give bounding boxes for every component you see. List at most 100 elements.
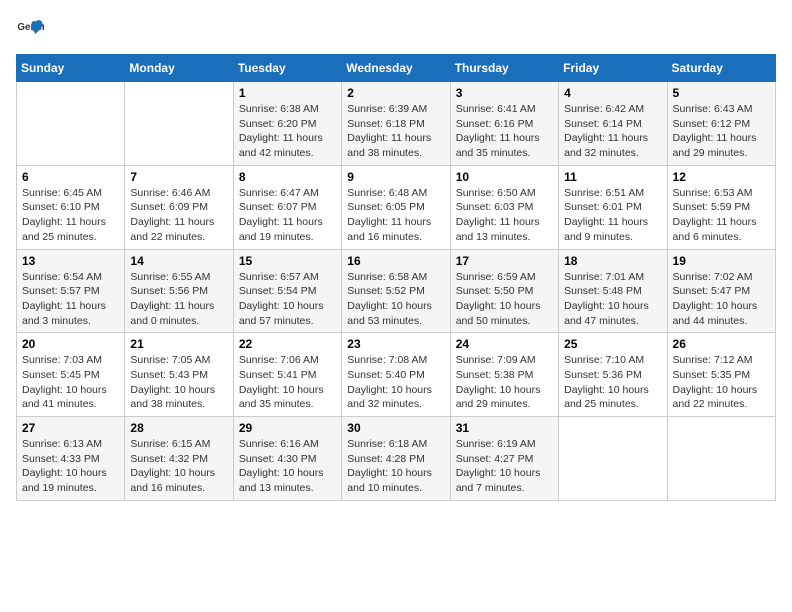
day-detail: Sunrise: 6:47 AM Sunset: 6:07 PM Dayligh… — [239, 186, 336, 245]
calendar-cell: 15 Sunrise: 6:57 AM Sunset: 5:54 PM Dayli… — [233, 249, 341, 333]
day-number: 9 — [347, 170, 444, 184]
calendar-header-row: SundayMondayTuesdayWednesdayThursdayFrid… — [17, 55, 776, 82]
day-detail: Sunrise: 6:42 AM Sunset: 6:14 PM Dayligh… — [564, 102, 661, 161]
day-number: 13 — [22, 254, 119, 268]
calendar-week-row: 13Sunrise: 6:54 AM Sunset: 5:57 PM Dayli… — [17, 249, 776, 333]
day-number: 22 — [239, 337, 336, 351]
calendar-cell: 28 Sunrise: 6:15 AM Sunset: 4:32 PM Dayli… — [125, 417, 233, 501]
calendar-cell — [17, 82, 125, 166]
day-detail: Sunrise: 6:55 AM Sunset: 5:56 PM Dayligh… — [130, 270, 227, 329]
calendar-cell — [667, 417, 775, 501]
logo-icon: General — [16, 16, 44, 44]
day-number: 30 — [347, 421, 444, 435]
day-number: 11 — [564, 170, 661, 184]
calendar-cell: 27 Sunrise: 6:13 AM Sunset: 4:33 PM Dayli… — [17, 417, 125, 501]
day-number: 3 — [456, 86, 553, 100]
day-detail: Sunrise: 6:58 AM Sunset: 5:52 PM Dayligh… — [347, 270, 444, 329]
day-number: 29 — [239, 421, 336, 435]
weekday-header-sunday: Sunday — [17, 55, 125, 82]
calendar-cell: 24 Sunrise: 7:09 AM Sunset: 5:38 PM Dayli… — [450, 333, 558, 417]
day-number: 12 — [673, 170, 770, 184]
calendar-cell: 26 Sunrise: 7:12 AM Sunset: 5:35 PM Dayli… — [667, 333, 775, 417]
calendar-table: SundayMondayTuesdayWednesdayThursdayFrid… — [16, 54, 776, 501]
day-detail: Sunrise: 7:05 AM Sunset: 5:43 PM Dayligh… — [130, 353, 227, 412]
day-number: 21 — [130, 337, 227, 351]
day-detail: Sunrise: 7:06 AM Sunset: 5:41 PM Dayligh… — [239, 353, 336, 412]
day-detail: Sunrise: 7:12 AM Sunset: 5:35 PM Dayligh… — [673, 353, 770, 412]
calendar-cell — [559, 417, 667, 501]
calendar-week-row: 1 Sunrise: 6:38 AM Sunset: 6:20 PM Daylig… — [17, 82, 776, 166]
day-detail: Sunrise: 6:41 AM Sunset: 6:16 PM Dayligh… — [456, 102, 553, 161]
calendar-cell: 19 Sunrise: 7:02 AM Sunset: 5:47 PM Dayli… — [667, 249, 775, 333]
day-number: 27 — [22, 421, 119, 435]
calendar-cell: 25 Sunrise: 7:10 AM Sunset: 5:36 PM Dayli… — [559, 333, 667, 417]
weekday-header-saturday: Saturday — [667, 55, 775, 82]
day-detail: Sunrise: 6:15 AM Sunset: 4:32 PM Dayligh… — [130, 437, 227, 496]
day-number: 17 — [456, 254, 553, 268]
day-number: 23 — [347, 337, 444, 351]
day-number: 31 — [456, 421, 553, 435]
day-number: 1 — [239, 86, 336, 100]
page-header: General — [16, 16, 776, 44]
day-detail: Sunrise: 6:57 AM Sunset: 5:54 PM Dayligh… — [239, 270, 336, 329]
day-detail: Sunrise: 6:50 AM Sunset: 6:03 PM Dayligh… — [456, 186, 553, 245]
day-detail: Sunrise: 6:43 AM Sunset: 6:12 PM Dayligh… — [673, 102, 770, 161]
day-number: 7 — [130, 170, 227, 184]
calendar-cell: 10Sunrise: 6:50 AM Sunset: 6:03 PM Dayli… — [450, 165, 558, 249]
day-number: 28 — [130, 421, 227, 435]
calendar-cell: 9 Sunrise: 6:48 AM Sunset: 6:05 PM Daylig… — [342, 165, 450, 249]
day-number: 19 — [673, 254, 770, 268]
day-detail: Sunrise: 6:19 AM Sunset: 4:27 PM Dayligh… — [456, 437, 553, 496]
calendar-cell: 20 Sunrise: 7:03 AM Sunset: 5:45 PM Dayli… — [17, 333, 125, 417]
day-detail: Sunrise: 7:08 AM Sunset: 5:40 PM Dayligh… — [347, 353, 444, 412]
calendar-week-row: 6Sunrise: 6:45 AM Sunset: 6:10 PM Daylig… — [17, 165, 776, 249]
day-number: 25 — [564, 337, 661, 351]
day-number: 14 — [130, 254, 227, 268]
calendar-cell: 23 Sunrise: 7:08 AM Sunset: 5:40 PM Dayli… — [342, 333, 450, 417]
calendar-cell: 13Sunrise: 6:54 AM Sunset: 5:57 PM Dayli… — [17, 249, 125, 333]
day-number: 18 — [564, 254, 661, 268]
day-number: 16 — [347, 254, 444, 268]
day-number: 26 — [673, 337, 770, 351]
calendar-cell: 11Sunrise: 6:51 AM Sunset: 6:01 PM Dayli… — [559, 165, 667, 249]
calendar-week-row: 27 Sunrise: 6:13 AM Sunset: 4:33 PM Dayli… — [17, 417, 776, 501]
day-detail: Sunrise: 6:38 AM Sunset: 6:20 PM Dayligh… — [239, 102, 336, 161]
calendar-cell: 17 Sunrise: 6:59 AM Sunset: 5:50 PM Dayli… — [450, 249, 558, 333]
day-detail: Sunrise: 7:02 AM Sunset: 5:47 PM Dayligh… — [673, 270, 770, 329]
calendar-cell: 3 Sunrise: 6:41 AM Sunset: 6:16 PM Daylig… — [450, 82, 558, 166]
calendar-cell: 4 Sunrise: 6:42 AM Sunset: 6:14 PM Daylig… — [559, 82, 667, 166]
calendar-cell: 16 Sunrise: 6:58 AM Sunset: 5:52 PM Dayli… — [342, 249, 450, 333]
day-number: 24 — [456, 337, 553, 351]
day-number: 2 — [347, 86, 444, 100]
calendar-cell: 22 Sunrise: 7:06 AM Sunset: 5:41 PM Dayli… — [233, 333, 341, 417]
calendar-cell: 7 Sunrise: 6:46 AM Sunset: 6:09 PM Daylig… — [125, 165, 233, 249]
calendar-cell: 18Sunrise: 7:01 AM Sunset: 5:48 PM Dayli… — [559, 249, 667, 333]
day-detail: Sunrise: 6:46 AM Sunset: 6:09 PM Dayligh… — [130, 186, 227, 245]
day-detail: Sunrise: 6:13 AM Sunset: 4:33 PM Dayligh… — [22, 437, 119, 496]
day-detail: Sunrise: 7:03 AM Sunset: 5:45 PM Dayligh… — [22, 353, 119, 412]
calendar-cell: 31 Sunrise: 6:19 AM Sunset: 4:27 PM Dayli… — [450, 417, 558, 501]
day-number: 4 — [564, 86, 661, 100]
calendar-cell: 5Sunrise: 6:43 AM Sunset: 6:12 PM Daylig… — [667, 82, 775, 166]
day-number: 15 — [239, 254, 336, 268]
calendar-cell: 14 Sunrise: 6:55 AM Sunset: 5:56 PM Dayli… — [125, 249, 233, 333]
day-detail: Sunrise: 6:16 AM Sunset: 4:30 PM Dayligh… — [239, 437, 336, 496]
calendar-cell: 6Sunrise: 6:45 AM Sunset: 6:10 PM Daylig… — [17, 165, 125, 249]
calendar-cell: 29 Sunrise: 6:16 AM Sunset: 4:30 PM Dayli… — [233, 417, 341, 501]
day-detail: Sunrise: 7:09 AM Sunset: 5:38 PM Dayligh… — [456, 353, 553, 412]
day-detail: Sunrise: 6:18 AM Sunset: 4:28 PM Dayligh… — [347, 437, 444, 496]
day-detail: Sunrise: 6:45 AM Sunset: 6:10 PM Dayligh… — [22, 186, 119, 245]
calendar-cell — [125, 82, 233, 166]
logo: General — [16, 16, 48, 44]
calendar-cell: 2 Sunrise: 6:39 AM Sunset: 6:18 PM Daylig… — [342, 82, 450, 166]
calendar-cell: 30 Sunrise: 6:18 AM Sunset: 4:28 PM Dayli… — [342, 417, 450, 501]
day-detail: Sunrise: 6:39 AM Sunset: 6:18 PM Dayligh… — [347, 102, 444, 161]
day-detail: Sunrise: 6:48 AM Sunset: 6:05 PM Dayligh… — [347, 186, 444, 245]
day-number: 20 — [22, 337, 119, 351]
day-detail: Sunrise: 6:59 AM Sunset: 5:50 PM Dayligh… — [456, 270, 553, 329]
weekday-header-friday: Friday — [559, 55, 667, 82]
day-detail: Sunrise: 7:10 AM Sunset: 5:36 PM Dayligh… — [564, 353, 661, 412]
calendar-week-row: 20 Sunrise: 7:03 AM Sunset: 5:45 PM Dayli… — [17, 333, 776, 417]
calendar-cell: 12Sunrise: 6:53 AM Sunset: 5:59 PM Dayli… — [667, 165, 775, 249]
day-number: 8 — [239, 170, 336, 184]
